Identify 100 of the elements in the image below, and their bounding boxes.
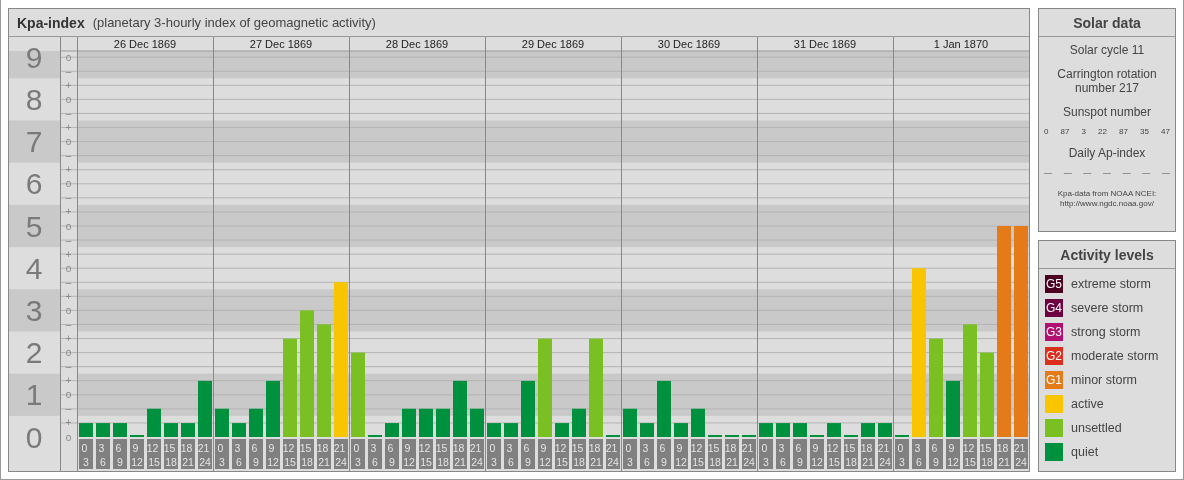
time-slot-label: 18 21 [316, 439, 331, 469]
time-slot-label: 15 18 [707, 439, 722, 469]
time-slot-label: 0 3 [623, 439, 637, 469]
y-axis-minor-label: + [65, 79, 72, 91]
time-slot-label: 15 18 [435, 439, 450, 469]
kp-bar [215, 408, 229, 437]
y-axis-label: 8 [25, 82, 43, 116]
time-slot-label: 6 9 [249, 439, 263, 469]
legend-swatch: G5 [1045, 275, 1063, 293]
sunspot-value: 0 [1044, 127, 1049, 136]
time-slot-label: 12 15 [418, 439, 433, 469]
time-slot-label: 0 3 [351, 439, 365, 469]
time-slot-label: 0 3 [895, 439, 909, 469]
ap-value: — [1161, 168, 1170, 177]
date-label: 29 Dec 1869 [521, 38, 585, 50]
axis-row-shading [9, 289, 60, 332]
legend-label: active [1071, 397, 1104, 411]
time-slot-label: 12 15 [146, 439, 161, 469]
y-axis-minor-label: – [65, 192, 72, 204]
time-slot-label: 9 12 [810, 439, 824, 469]
chart-title: Kpa-index [17, 14, 85, 31]
kp-bar [419, 408, 433, 437]
y-axis-minor-label: o [65, 93, 72, 105]
time-slot-label: 15 18 [571, 439, 586, 469]
time-slot-label: 0 3 [759, 439, 773, 469]
time-slot-label: 21 24 [605, 439, 620, 469]
kp-bar [776, 423, 790, 437]
time-slot-label: 3 6 [776, 439, 790, 469]
legend-label: moderate storm [1071, 349, 1159, 363]
time-slot-label: 18 21 [996, 439, 1011, 469]
y-axis-label: 1 [25, 378, 43, 412]
time-slot-label: 21 24 [1013, 439, 1028, 469]
time-slot-label: 18 21 [724, 439, 739, 469]
kp-bar [453, 380, 467, 437]
y-axis-minor-label: o [65, 262, 72, 274]
y-axis-minor-label: – [65, 107, 72, 119]
time-slot-label: 12 15 [690, 439, 705, 469]
time-slot-label: 9 12 [674, 439, 688, 469]
y-axis-label: 0 [25, 420, 43, 454]
panel-title: Solar data [1039, 9, 1175, 37]
y-axis-label: 2 [25, 336, 43, 370]
legend-label: extreme storm [1071, 277, 1151, 291]
legend-label: unsettled [1071, 421, 1122, 435]
panel-title: Activity levels [1039, 241, 1175, 269]
sunspot-value: 87 [1060, 127, 1070, 136]
ap-value: — [1063, 168, 1072, 177]
y-axis-minor-label: + [65, 248, 72, 260]
kp-bar [113, 423, 127, 437]
source-text: Kpa-data from NOAA NCEI: [1057, 189, 1157, 199]
kp-bar [861, 423, 875, 437]
date-label: 26 Dec 1869 [113, 38, 177, 50]
kp-bar [623, 408, 637, 437]
time-slot-label: 3 6 [368, 439, 382, 469]
time-slot-label: 3 6 [232, 439, 246, 469]
time-slot-label: 12 15 [554, 439, 569, 469]
ap-value: — [1142, 168, 1151, 177]
y-axis-minor-label: o [65, 304, 72, 316]
y-axis-minor-label: – [65, 234, 72, 246]
kp-bar [878, 423, 892, 437]
legend-swatch: G4 [1045, 299, 1063, 317]
date-label: 28 Dec 1869 [385, 38, 449, 50]
section-label: Sunspot number [1062, 105, 1152, 119]
y-axis-minor-label: – [65, 318, 72, 330]
y-axis-minor-label: o [65, 136, 72, 148]
kp-bar [402, 408, 416, 437]
chart-subtitle: (planetary 3-hourly index of geomagnetic activity) [92, 15, 376, 30]
kp-bar [181, 423, 195, 437]
time-slot-label: 21 24 [469, 439, 484, 469]
legend-label: severe storm [1071, 301, 1144, 315]
time-slot-label: 18 21 [860, 439, 875, 469]
kp-bar [827, 423, 841, 437]
legend-label: quiet [1071, 445, 1099, 459]
y-axis-minor-label: + [65, 164, 72, 176]
sunspot-value: 35 [1140, 127, 1149, 136]
ap-value: — [1102, 168, 1111, 177]
date-label: 30 Dec 1869 [657, 38, 721, 50]
kp-bar [79, 423, 93, 437]
time-slot-label: 21 24 [741, 439, 756, 469]
kp-bar [96, 423, 110, 437]
legend-label: minor storm [1071, 373, 1137, 387]
sunspot-value: 22 [1098, 127, 1107, 136]
kp-bar [198, 380, 212, 437]
legend-swatch: G1 [1045, 371, 1063, 389]
time-slot-label: 21 24 [877, 439, 892, 469]
time-slot-label: 6 9 [385, 439, 399, 469]
y-axis-label: 7 [25, 125, 43, 159]
legend-swatch: G3 [1045, 323, 1063, 341]
date-label: 27 Dec 1869 [249, 38, 313, 50]
time-slot-label: 15 18 [163, 439, 178, 469]
y-axis-minor-label: o [65, 178, 72, 190]
legend-swatch: G2 [1045, 347, 1063, 365]
y-axis-label: 5 [25, 209, 43, 243]
time-slot-label: 9 12 [130, 439, 144, 469]
y-axis-label: 4 [25, 251, 43, 285]
y-axis-minor-label: – [65, 403, 72, 415]
time-slot-label: 3 6 [912, 439, 926, 469]
time-slot-label: 15 18 [843, 439, 858, 469]
kp-bar [640, 423, 654, 437]
source-url: http://www.ngdc.noaa.gov/ [1059, 199, 1155, 209]
kp-bar [572, 408, 586, 437]
